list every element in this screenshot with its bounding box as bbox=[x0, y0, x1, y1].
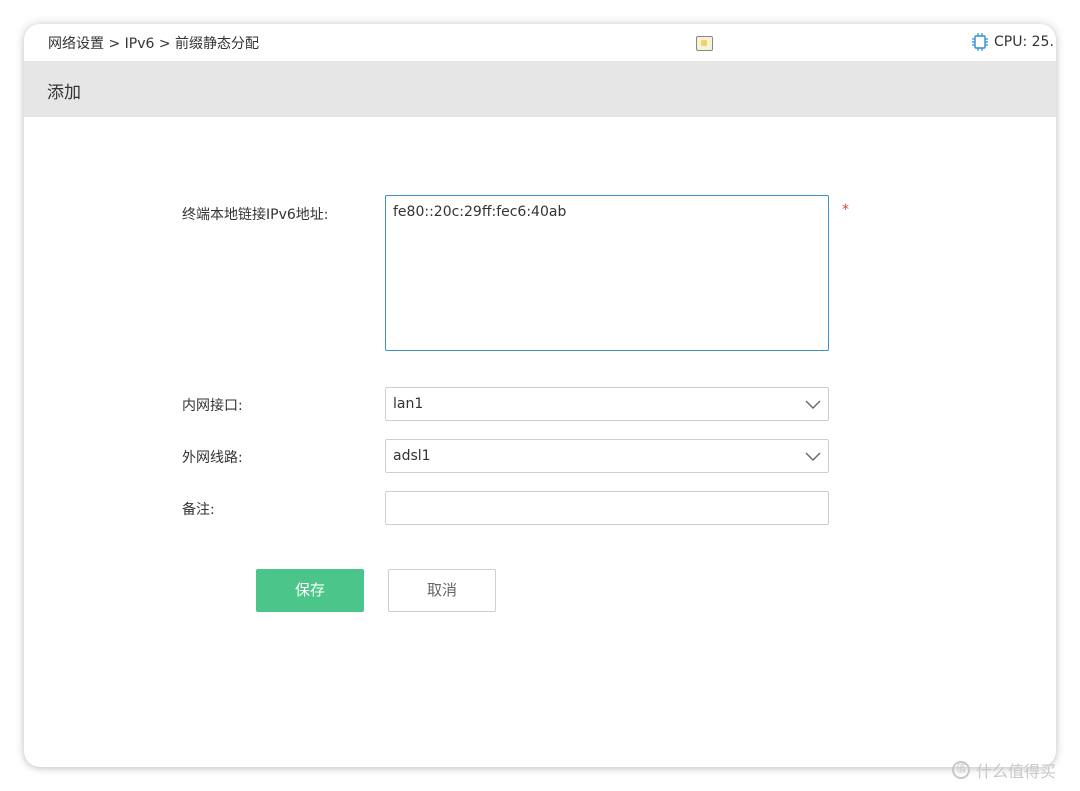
lan-interface-value: lan1 bbox=[393, 396, 424, 412]
watermark-text: 什么值得买 bbox=[976, 762, 1057, 781]
chevron-down-icon bbox=[805, 452, 821, 461]
ipv6-address-textarea[interactable]: fe80::20c:29ff:fec6:40ab bbox=[385, 195, 829, 351]
wan-line-value: adsl1 bbox=[393, 448, 431, 464]
ipv6-address-label: 终端本地链接IPv6地址: bbox=[182, 207, 329, 223]
notification-icon[interactable] bbox=[696, 36, 713, 51]
note-label: 备注: bbox=[182, 502, 215, 518]
required-mark: * bbox=[842, 202, 849, 218]
cpu-label: CPU: 25. bbox=[994, 34, 1054, 50]
save-button[interactable]: 保存 bbox=[256, 569, 364, 612]
lan-interface-select[interactable]: lan1 bbox=[385, 387, 829, 421]
wan-line-select[interactable]: adsl1 bbox=[385, 439, 829, 473]
note-input[interactable] bbox=[385, 491, 829, 525]
top-bar: 网络设置 > IPv6 > 前缀静态分配 CPU: 25. bbox=[24, 24, 1056, 62]
lan-interface-label: 内网接口: bbox=[182, 398, 243, 414]
watermark-logo-icon: 值 bbox=[952, 761, 970, 779]
wan-line-label: 外网线路: bbox=[182, 450, 243, 466]
page-title: 添加 bbox=[47, 83, 81, 103]
app-window: 网络设置 > IPv6 > 前缀静态分配 CPU: 25. 添加 终端本地链接I… bbox=[24, 24, 1056, 767]
page-header: 添加 bbox=[24, 62, 1056, 117]
cpu-status: CPU: 25. bbox=[970, 32, 1054, 52]
breadcrumb: 网络设置 > IPv6 > 前缀静态分配 bbox=[48, 36, 260, 52]
chevron-down-icon bbox=[805, 400, 821, 409]
cancel-button[interactable]: 取消 bbox=[388, 569, 496, 612]
watermark: 值 什么值得买 bbox=[952, 758, 1056, 782]
chip-icon bbox=[972, 33, 988, 51]
